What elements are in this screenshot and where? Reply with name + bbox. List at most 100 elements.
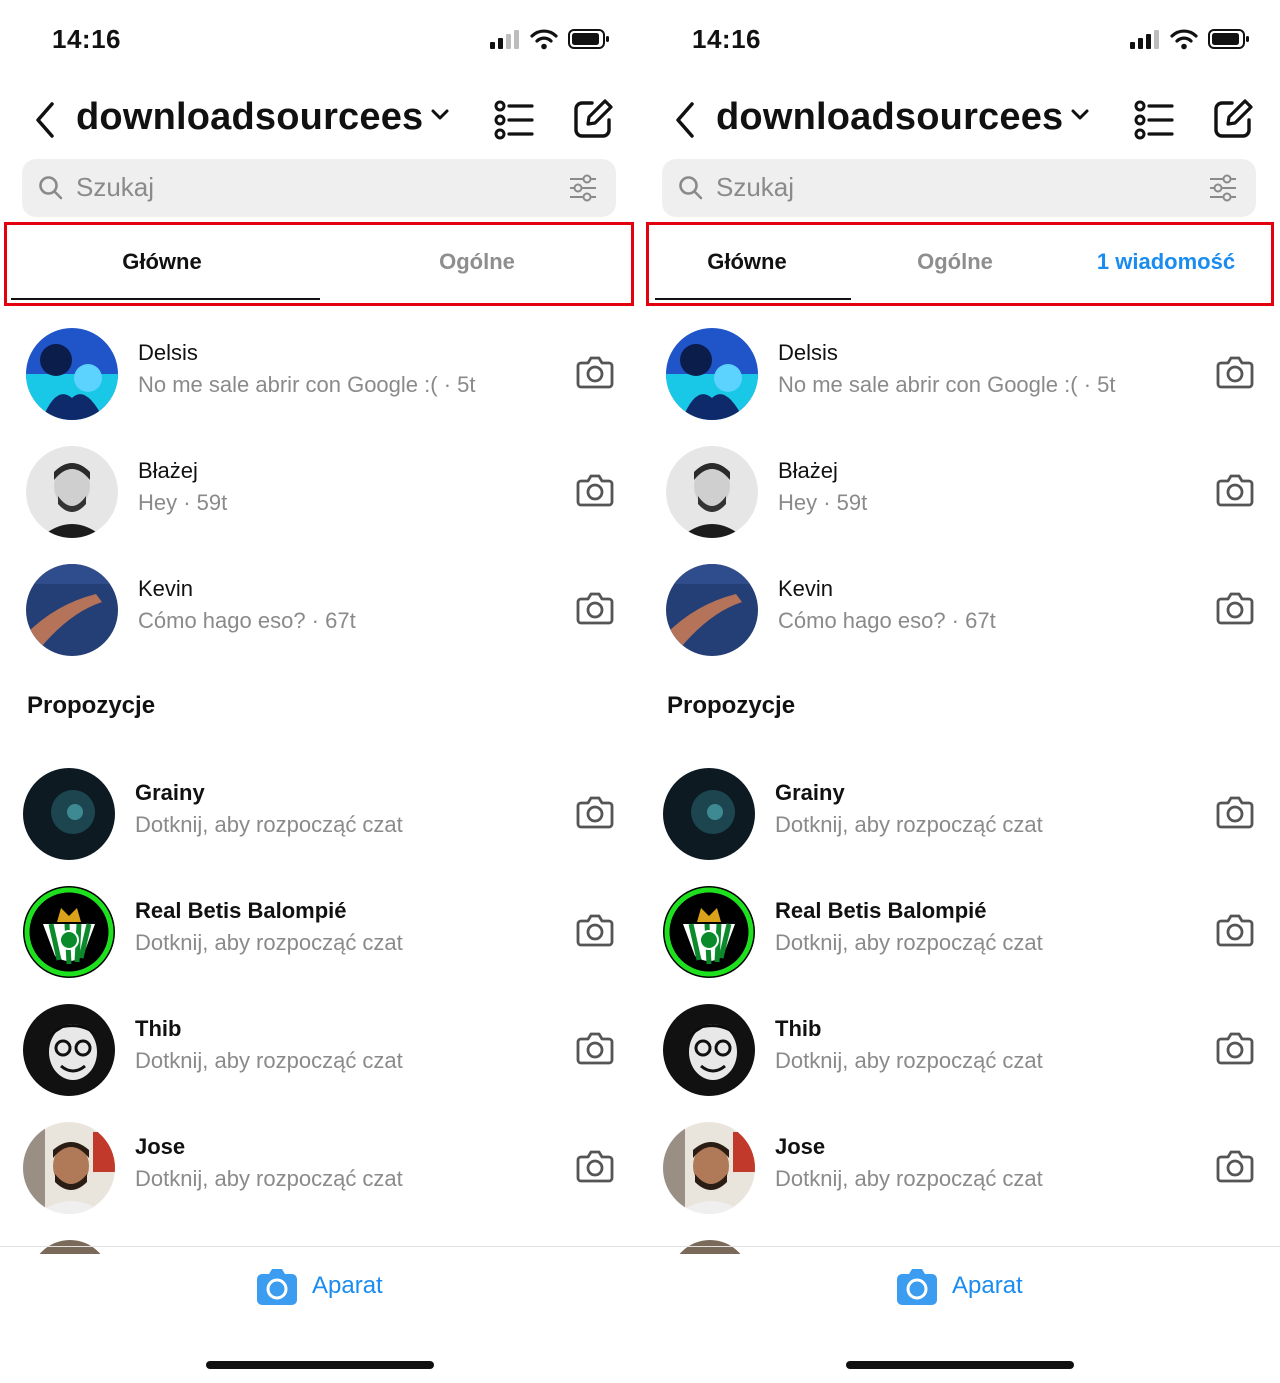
avatar: [26, 564, 118, 656]
camera-icon[interactable]: [576, 794, 614, 830]
list-icon[interactable]: [1134, 100, 1174, 140]
filter-sliders-icon[interactable]: [1208, 174, 1238, 202]
suggestions-heading: Propozycje: [27, 692, 156, 719]
suggestion-subtitle: Dotknij, aby rozpocząć czat: [775, 1166, 1043, 1191]
signal-icon: [490, 30, 519, 49]
filter-sliders-icon[interactable]: [568, 174, 598, 202]
search-placeholder: Szukaj: [716, 172, 795, 202]
compose-icon[interactable]: [1212, 98, 1254, 140]
search-input[interactable]: Szukaj: [662, 159, 1256, 217]
suggestion-subtitle: Dotknij, aby rozpocząć czat: [135, 1166, 403, 1191]
camera-icon[interactable]: [1216, 794, 1254, 830]
phone-screen-left: 14:16 downloadsourcees Szukaj Główne Ogó…: [0, 0, 640, 1383]
tab-requests[interactable]: 1 wiadomość: [1061, 249, 1271, 275]
suggestion-name: Real Betis Balompié: [775, 898, 987, 923]
suggestion-subtitle: Dotknij, aby rozpocząć czat: [135, 812, 403, 837]
camera-icon[interactable]: [576, 354, 614, 390]
camera-icon[interactable]: [576, 1148, 614, 1184]
signal-icon: [1130, 30, 1159, 49]
camera-button[interactable]: Aparat: [896, 1266, 1023, 1306]
chat-row-kevin[interactable]: Kevin Cómo hago eso? · 67t: [640, 556, 1280, 666]
camera-icon[interactable]: [1216, 1148, 1254, 1184]
active-tab-underline: [655, 298, 851, 300]
list-icon[interactable]: [494, 100, 534, 140]
back-chevron-icon[interactable]: [670, 98, 700, 142]
battery-icon: [568, 29, 609, 49]
chat-preview: Cómo hago eso? · 67t: [138, 608, 356, 633]
chevron-down-icon[interactable]: [430, 108, 450, 122]
suggestion-row-betis[interactable]: Real Betis Balompié Dotknij, aby rozpocz…: [0, 878, 640, 988]
tab-bar-highlight: Główne Ogólne 1 wiadomość: [646, 222, 1274, 306]
search-icon: [39, 176, 63, 200]
camera-filled-icon: [897, 1269, 937, 1305]
camera-icon[interactable]: [576, 590, 614, 626]
chat-preview: Hey · 59t: [138, 490, 228, 515]
chat-row-blazej[interactable]: Błażej Hey · 59t: [0, 438, 640, 548]
suggestion-row-grainy[interactable]: Grainy Dotknij, aby rozpocząć czat: [0, 760, 640, 870]
header-bar: downloadsourcees: [0, 88, 640, 152]
tab-ogolne[interactable]: Ogólne: [322, 249, 632, 275]
suggestion-row-thib[interactable]: Thib Dotknij, aby rozpocząć czat: [0, 996, 640, 1106]
camera-filled-icon: [257, 1269, 297, 1305]
active-tab-underline: [11, 298, 320, 300]
avatar: [23, 886, 115, 978]
avatar: [663, 768, 755, 860]
chat-row-delsis[interactable]: Delsis No me sale abrir con Google :( · …: [0, 320, 640, 430]
chat-name: Kevin: [778, 576, 834, 601]
suggestion-row-betis[interactable]: Real Betis Balompié Dotknij, aby rozpocz…: [640, 878, 1280, 988]
camera-icon[interactable]: [1216, 472, 1254, 508]
avatar: [26, 328, 118, 420]
suggestions-heading: Propozycje: [667, 692, 796, 719]
suggestion-name: Thib: [775, 1016, 822, 1041]
avatar: [666, 564, 758, 656]
compose-icon[interactable]: [572, 98, 614, 140]
camera-icon[interactable]: [576, 1030, 614, 1066]
chat-preview: No me sale abrir con Google :( · 5t: [138, 372, 476, 397]
account-switcher[interactable]: downloadsourcees: [716, 96, 1063, 139]
camera-icon[interactable]: [576, 912, 614, 948]
partial-avatar: [30, 1240, 110, 1254]
suggestion-row-grainy[interactable]: Grainy Dotknij, aby rozpocząć czat: [640, 760, 1280, 870]
tab-ogolne[interactable]: Ogólne: [853, 249, 1057, 275]
chat-row-delsis[interactable]: Delsis No me sale abrir con Google :( · …: [640, 320, 1280, 430]
suggestion-row-jose[interactable]: Jose Dotknij, aby rozpocząć czat: [640, 1114, 1280, 1224]
camera-button-label: Aparat: [312, 1272, 383, 1299]
chat-name: Błażej: [138, 458, 198, 483]
avatar: [663, 1004, 755, 1096]
chevron-down-icon[interactable]: [1070, 108, 1090, 122]
chat-preview: Cómo hago eso? · 67t: [778, 608, 996, 633]
camera-icon[interactable]: [1216, 354, 1254, 390]
chat-name: Błażej: [778, 458, 838, 483]
chat-row-blazej[interactable]: Błażej Hey · 59t: [640, 438, 1280, 548]
search-input[interactable]: Szukaj: [22, 159, 616, 217]
home-indicator: [846, 1361, 1074, 1369]
camera-icon[interactable]: [1216, 1030, 1254, 1066]
chat-row-kevin[interactable]: Kevin Cómo hago eso? · 67t: [0, 556, 640, 666]
status-bar: 14:16: [640, 0, 1280, 80]
suggestion-name: Grainy: [775, 780, 845, 805]
suggestion-row-thib[interactable]: Thib Dotknij, aby rozpocząć czat: [640, 996, 1280, 1106]
battery-icon: [1208, 29, 1249, 49]
wifi-icon: [1170, 29, 1198, 50]
camera-icon[interactable]: [1216, 912, 1254, 948]
suggestion-name: Jose: [135, 1134, 186, 1159]
chat-preview: No me sale abrir con Google :( · 5t: [778, 372, 1116, 397]
suggestion-row-jose[interactable]: Jose Dotknij, aby rozpocząć czat: [0, 1114, 640, 1224]
tab-glowne[interactable]: Główne: [649, 249, 845, 275]
status-time: 14:16: [692, 24, 761, 54]
comparison-screens: 14:16 downloadsourcees Szukaj Główne Ogó…: [0, 0, 1280, 1383]
avatar: [666, 328, 758, 420]
home-indicator: [206, 1361, 434, 1369]
camera-icon[interactable]: [576, 472, 614, 508]
wifi-icon: [530, 29, 558, 50]
tab-glowne[interactable]: Główne: [7, 249, 317, 275]
account-switcher[interactable]: downloadsourcees: [76, 96, 423, 139]
avatar: [23, 768, 115, 860]
camera-button[interactable]: Aparat: [256, 1266, 383, 1306]
chat-preview: Hey · 59t: [778, 490, 868, 515]
camera-icon[interactable]: [1216, 590, 1254, 626]
suggestion-subtitle: Dotknij, aby rozpocząć czat: [775, 930, 1043, 955]
back-chevron-icon[interactable]: [30, 98, 60, 142]
suggestion-subtitle: Dotknij, aby rozpocząć czat: [135, 1048, 403, 1073]
chat-name: Kevin: [138, 576, 194, 601]
